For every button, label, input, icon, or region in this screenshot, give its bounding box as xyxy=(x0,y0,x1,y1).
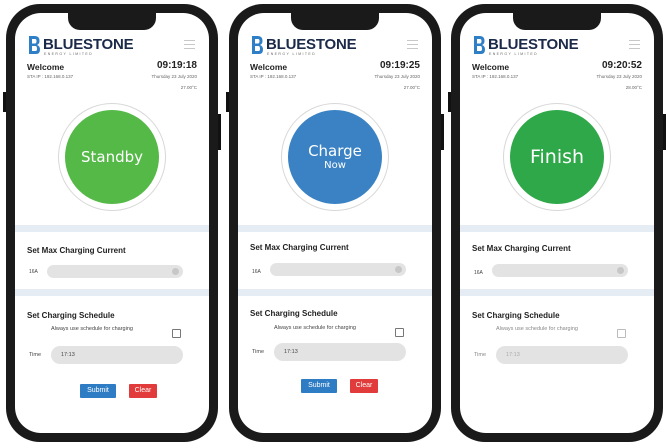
schedule-checkbox[interactable] xyxy=(172,329,181,338)
schedule-title: Set Charging Schedule xyxy=(250,309,338,318)
status-indicator: Charge Now xyxy=(281,103,389,211)
time-label: Time xyxy=(474,352,487,358)
bluestone-logo-icon xyxy=(252,36,263,54)
status-circle[interactable]: Finish xyxy=(510,110,604,204)
section-divider xyxy=(460,225,654,232)
max-current-slider[interactable] xyxy=(47,265,183,278)
brand-tagline: ENERGY LIMITED xyxy=(489,52,539,56)
max-current-title: Set Max Charging Current xyxy=(472,244,571,253)
max-current-slider[interactable] xyxy=(492,264,628,277)
brand-name: BLUESTONE xyxy=(488,36,579,53)
welcome-text: Welcome xyxy=(27,62,65,72)
hamburger-menu-icon[interactable] xyxy=(629,40,640,49)
volume-button xyxy=(3,92,6,112)
bluestone-logo-icon xyxy=(474,36,485,54)
clear-button[interactable]: Clear xyxy=(129,384,157,398)
schedule-checkbox-label: Always use schedule for charging xyxy=(274,325,356,331)
max-current-title: Set Max Charging Current xyxy=(250,243,349,252)
volume-button xyxy=(448,92,451,112)
schedule-title: Set Charging Schedule xyxy=(27,311,115,320)
power-button xyxy=(441,114,444,150)
status-label: Finish xyxy=(529,145,585,168)
phone-notch xyxy=(68,13,156,30)
temperature: 28.00°C xyxy=(625,85,642,90)
schedule-checkbox-label: Always use schedule for charging xyxy=(496,326,578,332)
time-input[interactable]: 17:13 xyxy=(274,343,406,361)
clock-time: 09:20:52 xyxy=(601,60,642,71)
ip-address: STA IP : 192.168.0.137 xyxy=(250,74,297,79)
clock-date: Thursday 23 July 2020 xyxy=(374,74,420,79)
submit-button[interactable]: Submit xyxy=(301,379,337,393)
power-button xyxy=(663,114,666,150)
status-circle[interactable]: Charge Now xyxy=(288,110,382,204)
section-divider xyxy=(460,289,654,296)
section-divider xyxy=(238,225,432,232)
phone-screen: BLUESTONE ENERGY LIMITED Welcome STA IP … xyxy=(460,13,654,433)
time-label: Time xyxy=(252,349,265,355)
current-value: 16A xyxy=(252,269,261,275)
status-sublabel: Now xyxy=(324,159,346,171)
header: BLUESTONE ENERGY LIMITED xyxy=(472,35,642,59)
brand-tagline: ENERGY LIMITED xyxy=(44,52,94,56)
header: BLUESTONE ENERGY LIMITED xyxy=(250,35,420,59)
bluestone-logo-icon xyxy=(29,36,40,54)
submit-button[interactable]: Submit xyxy=(80,384,116,398)
clock-date: Thursday 23 July 2020 xyxy=(151,74,197,79)
max-current-slider[interactable] xyxy=(270,263,406,276)
temperature: 27.00°C xyxy=(180,85,197,90)
volume-button xyxy=(226,92,229,112)
status-circle[interactable]: Standby xyxy=(65,110,159,204)
clear-button[interactable]: Clear xyxy=(350,379,378,393)
slider-knob[interactable] xyxy=(617,267,624,274)
ip-address: STA IP : 192.168.0.137 xyxy=(472,74,519,79)
status-indicator: Finish xyxy=(503,103,611,211)
phone-standby: BLUESTONE ENERGY LIMITED Welcome STA IP … xyxy=(3,4,221,442)
section-divider xyxy=(15,225,209,232)
phone-notch xyxy=(513,13,601,30)
schedule-checkbox-label: Always use schedule for charging xyxy=(51,326,133,332)
schedule-checkbox[interactable] xyxy=(395,328,404,337)
brand-tagline: ENERGY LIMITED xyxy=(267,52,317,56)
phone-finish: BLUESTONE ENERGY LIMITED Welcome STA IP … xyxy=(448,4,666,442)
time-input[interactable]: 17:13 xyxy=(51,346,183,364)
phone-screen: BLUESTONE ENERGY LIMITED Welcome STA IP … xyxy=(15,13,209,433)
phone-notch xyxy=(291,13,379,30)
ip-address: STA IP : 192.168.0.137 xyxy=(27,74,74,79)
clock-time: 09:19:18 xyxy=(156,60,197,71)
schedule-title: Set Charging Schedule xyxy=(472,311,560,320)
hamburger-menu-icon[interactable] xyxy=(184,40,195,49)
clock-time: 09:19:25 xyxy=(379,60,420,71)
time-label: Time xyxy=(29,352,42,358)
temperature: 27.00°C xyxy=(403,85,420,90)
section-divider xyxy=(238,289,432,296)
power-button xyxy=(218,114,221,150)
max-current-title: Set Max Charging Current xyxy=(27,246,126,255)
welcome-text: Welcome xyxy=(472,62,510,72)
current-value: 16A xyxy=(29,269,38,275)
schedule-checkbox[interactable] xyxy=(617,329,626,338)
current-value: 16A xyxy=(474,270,483,276)
welcome-text: Welcome xyxy=(250,62,288,72)
phone-screen: BLUESTONE ENERGY LIMITED Welcome STA IP … xyxy=(238,13,432,433)
time-input[interactable]: 17:13 xyxy=(496,346,628,364)
slider-knob[interactable] xyxy=(395,266,402,273)
hamburger-menu-icon[interactable] xyxy=(407,40,418,49)
status-indicator: Standby xyxy=(58,103,166,211)
header: BLUESTONE ENERGY LIMITED xyxy=(27,35,197,59)
phone-charge-now: BLUESTONE ENERGY LIMITED Welcome STA IP … xyxy=(226,4,444,442)
status-label: Standby xyxy=(80,147,144,166)
section-divider xyxy=(15,289,209,296)
clock-date: Thursday 23 July 2020 xyxy=(596,74,642,79)
status-label: Charge xyxy=(308,141,362,160)
brand-name: BLUESTONE xyxy=(43,36,134,53)
brand-name: BLUESTONE xyxy=(266,36,357,53)
slider-knob[interactable] xyxy=(172,268,179,275)
